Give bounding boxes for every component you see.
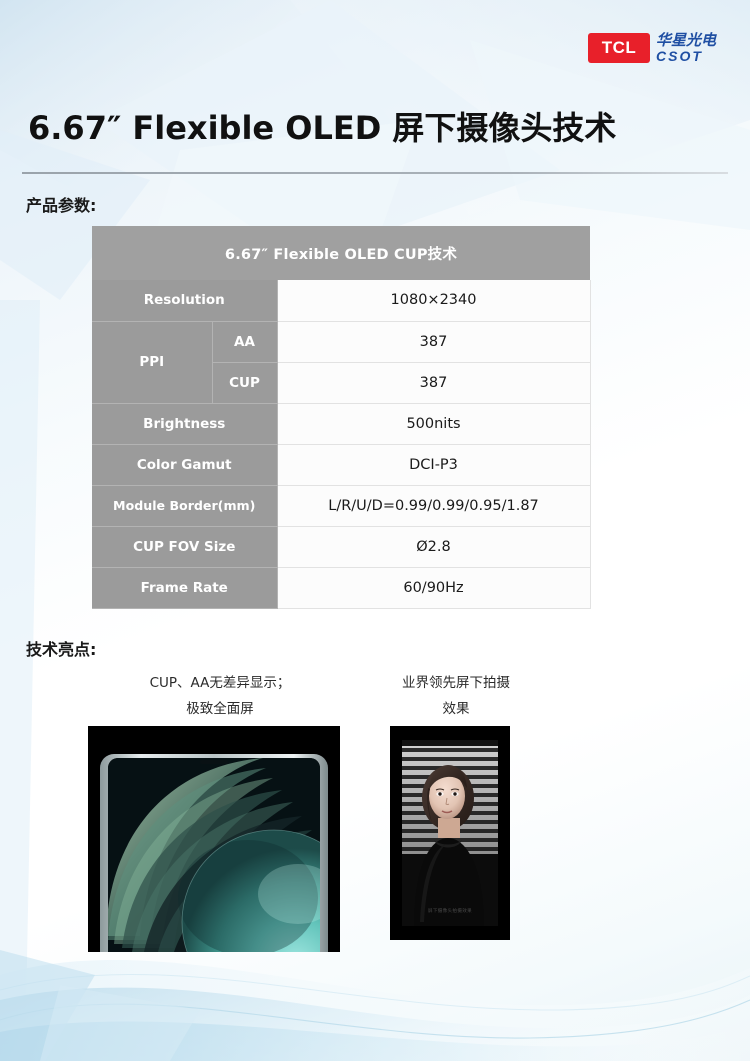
phone-fullscreen-photo — [88, 726, 340, 952]
highlight-caption-2: 业界领先屏下拍摄 效果 — [376, 670, 536, 722]
row-label-cup-fov: CUP FOV Size — [92, 526, 278, 568]
highlight-caption-1-line1: CUP、AA无差异显示； — [149, 675, 291, 691]
row-label-module-border: Module Border(mm) — [92, 485, 278, 527]
highlight-caption-2-line1: 业界领先屏下拍摄 — [402, 675, 510, 691]
title-divider — [22, 172, 728, 174]
row-label-color-gamut: Color Gamut — [92, 444, 278, 486]
under-display-camera-portrait-photo: 屏下摄像头拍摄效果 — [390, 726, 510, 940]
row-value-brightness: 500nits — [277, 403, 591, 445]
table-row: Brightness 500nits — [92, 403, 591, 445]
logo-latin-name: CSOT — [656, 48, 703, 64]
highlight-caption-2-line2: 效果 — [442, 701, 470, 717]
tcl-logo-mark: TCL — [588, 33, 650, 63]
tcl-csot-logo: TCL 华星光电 CSOT — [588, 28, 728, 68]
technical-highlights-label: 技术亮点: — [26, 640, 97, 659]
table-row: PPI AA 387 — [92, 321, 591, 404]
row-label-ppi: PPI — [92, 321, 213, 404]
product-parameters-label: 产品参数: — [26, 196, 97, 215]
row-sublabel-aa: AA — [212, 321, 278, 363]
table-row: CUP FOV Size Ø2.8 — [92, 526, 591, 568]
row-value-frame-rate: 60/90Hz — [277, 567, 591, 609]
row-label-brightness: Brightness — [92, 403, 278, 445]
page-title: 6.67″ Flexible OLED 屏下摄像头技术 — [28, 109, 617, 147]
row-sublabel-cup: CUP — [212, 362, 278, 404]
row-value-ppi-cup: 387 — [277, 362, 591, 404]
spec-table: 6.67″ Flexible OLED CUP技术 Resolution 108… — [92, 226, 591, 609]
phone-fullscreen-photo-graphic — [88, 726, 340, 952]
table-header-row: 6.67″ Flexible OLED CUP技术 — [92, 226, 591, 280]
highlight-caption-1-line2: 极致全面屏 — [186, 701, 254, 717]
table-row: Resolution 1080×2340 — [92, 280, 591, 322]
logo-chinese-name: 华星光电 — [656, 31, 717, 49]
highlight-caption-1: CUP、AA无差异显示； 极致全面屏 — [90, 670, 350, 722]
photo-watermark: 屏下摄像头拍摄效果 — [427, 909, 473, 914]
row-label-resolution: Resolution — [92, 280, 278, 322]
spec-table-header: 6.67″ Flexible OLED CUP技术 — [92, 226, 591, 280]
table-row: Module Border(mm) L/R/U/D=0.99/0.99/0.95… — [92, 485, 591, 527]
slide-page: TCL 华星光电 CSOT 6.67″ Flexible OLED 屏下摄像头技… — [0, 0, 750, 1061]
table-row: Frame Rate 60/90Hz — [92, 567, 591, 609]
row-value-cup-fov: Ø2.8 — [277, 526, 591, 568]
table-row: Color Gamut DCI-P3 — [92, 444, 591, 486]
row-value-color-gamut: DCI-P3 — [277, 444, 591, 486]
csot-logo-text: 华星光电 CSOT — [656, 31, 717, 64]
row-value-module-border: L/R/U/D=0.99/0.99/0.95/1.87 — [277, 485, 591, 527]
row-value-ppi-aa: 387 — [277, 321, 591, 363]
row-value-resolution: 1080×2340 — [277, 280, 591, 322]
row-label-frame-rate: Frame Rate — [92, 567, 278, 609]
